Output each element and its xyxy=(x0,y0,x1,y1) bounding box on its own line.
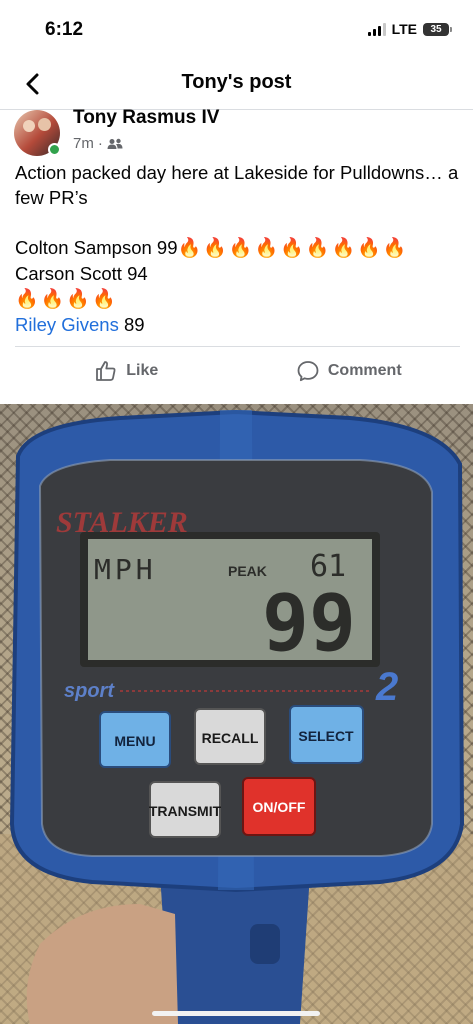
comment-button[interactable]: Comment xyxy=(238,347,461,394)
signal-icon xyxy=(367,22,386,36)
nav-header: Tony's post xyxy=(0,58,473,110)
author-name[interactable]: Tony Rasmus IV xyxy=(73,107,219,129)
list-item: Riley Givens 89 xyxy=(15,312,460,337)
post-body: Action packed day here at Lakeside for P… xyxy=(15,160,460,337)
fire-emoji-icon: 🔥🔥🔥🔥🔥🔥🔥🔥🔥 xyxy=(177,238,409,259)
list-item: Carson Scott 94 xyxy=(15,261,460,286)
list-item: Colton Sampson 99🔥🔥🔥🔥🔥🔥🔥🔥🔥 xyxy=(15,235,460,261)
handle-latch xyxy=(250,924,280,964)
entry-name: Carson Scott xyxy=(15,263,122,284)
post-time[interactable]: 7m xyxy=(73,135,94,152)
entry-value: 94 xyxy=(127,263,148,284)
page-title: Tony's post xyxy=(181,71,292,93)
mention-link[interactable]: Riley Givens xyxy=(15,314,119,335)
lcd-large-reading: 99 xyxy=(262,579,356,669)
comment-icon xyxy=(297,360,319,381)
recall-button-label: RECALL xyxy=(202,730,259,746)
network-label: LTE xyxy=(391,21,417,37)
friends-icon xyxy=(107,138,123,149)
post-meta: 7m · xyxy=(73,135,123,152)
transmit-button-label: TRANSMIT xyxy=(149,803,222,819)
post-actions: Like Comment xyxy=(15,346,460,394)
like-label: Like xyxy=(126,361,159,379)
battery-icon: 35 xyxy=(423,22,452,36)
post-intro: Action packed day here at Lakeside for P… xyxy=(15,162,459,208)
status-bar: 6:12 LTE 35 xyxy=(0,0,473,58)
like-button[interactable]: Like xyxy=(15,347,238,394)
menu-button-label: MENU xyxy=(114,733,155,749)
comment-label: Comment xyxy=(327,361,402,379)
post-photo[interactable]: STALKER MPH PEAK 61 99 sport 2 MENU RECA… xyxy=(0,404,473,1024)
entry-name: Colton Sampson xyxy=(15,237,152,258)
post-header: Tony Rasmus IV 7m · xyxy=(14,107,459,156)
meta-separator: · xyxy=(97,135,103,152)
home-indicator[interactable] xyxy=(152,1011,320,1016)
lcd-mode: PEAK xyxy=(228,563,267,579)
lcd-unit: MPH xyxy=(94,553,157,586)
entry-value: 99 xyxy=(156,237,178,258)
fire-emoji-icon: 🔥🔥🔥🔥 xyxy=(15,289,118,310)
gun-handle xyxy=(160,874,310,1024)
entry-value: 89 xyxy=(123,314,145,335)
status-indicators: LTE 35 xyxy=(367,21,452,37)
model-number: 2 xyxy=(375,665,398,709)
model-label: sport xyxy=(64,680,115,702)
radar-gun-image: STALKER MPH PEAK 61 99 sport 2 MENU RECA… xyxy=(0,409,473,1024)
power-button-label: ON/OFF xyxy=(253,799,306,815)
select-button-label: SELECT xyxy=(298,728,354,744)
online-status-icon xyxy=(48,143,61,156)
list-item: 🔥🔥🔥🔥 xyxy=(15,286,460,312)
status-time: 6:12 xyxy=(45,19,84,40)
thumbs-up-icon xyxy=(96,360,116,381)
